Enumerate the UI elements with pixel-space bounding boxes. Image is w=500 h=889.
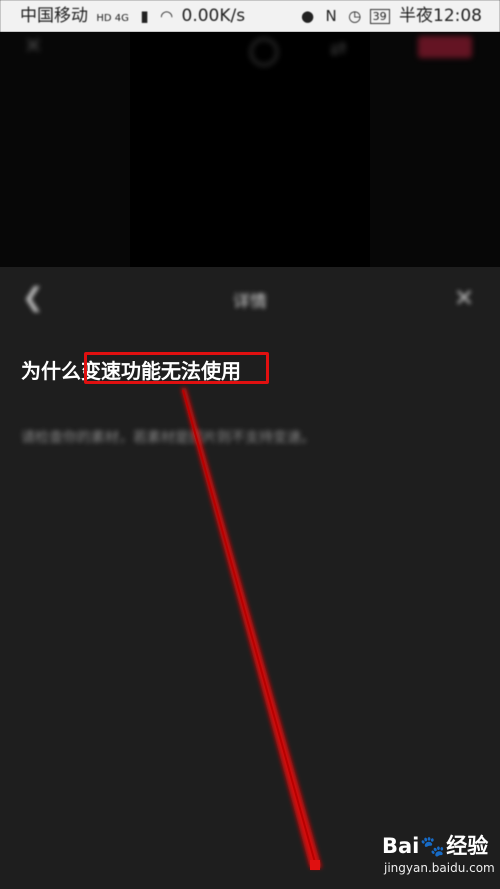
- paw-icon: 🐾: [420, 834, 446, 858]
- annotation-pointer-tip: [310, 860, 320, 870]
- watermark-url: jingyan.baidu.com: [384, 861, 495, 875]
- watermark-logo: Bai🐾经验: [382, 830, 488, 860]
- baidu-jingyan-watermark: Bai🐾经验 jingyan.baidu.com: [382, 830, 495, 885]
- watermark-brand-right: 经验: [446, 834, 489, 858]
- annotation-pointer-line: [182, 389, 317, 867]
- watermark-brand-left: Bai: [382, 834, 420, 858]
- annotation-pointer-arrow: [181, 388, 322, 870]
